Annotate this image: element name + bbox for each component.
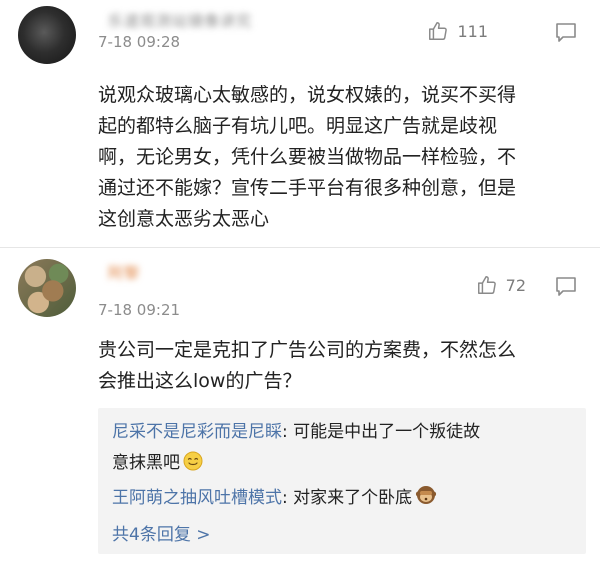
reply-text: 意抹黑吧 (112, 453, 180, 473)
comment-line: 会推出这么low的广告？ (98, 370, 302, 392)
comment-body: 说观众玻璃心太敏感的，说女权婊的，说买不买得 起的都特么脑子有坑儿吧。明显这广告… (98, 80, 578, 235)
thumbs-up-icon (477, 276, 496, 294)
comment-line: 说观众玻璃心太敏感的，说女权婊的，说买不买得 (98, 84, 517, 106)
comment-line: 起的都特么脑子有坑儿吧。明显这广告就是歧视 (98, 115, 498, 137)
timestamp: 7-18 09:28 (98, 33, 181, 51)
view-all-replies-link[interactable]: 共4条回复 > (112, 520, 210, 545)
reply-bubble-icon[interactable] (554, 20, 578, 44)
reply-text: : 对家来了个卧底 (282, 488, 413, 508)
smile-emoji-icon (183, 451, 203, 471)
timestamp: 7-18 09:21 (98, 301, 181, 319)
reply-author[interactable]: 尼采不是尼彩而是尼睬 (112, 422, 282, 442)
thumbs-up-icon (429, 22, 448, 40)
divider (0, 247, 600, 248)
reply-item-continued: 意抹黑吧 (112, 449, 203, 477)
comment-line: 通过还不能嫁？宣传二手平台有很多种创意，但是 (98, 177, 517, 199)
reply-thread: 尼采不是尼彩而是尼睬: 可能是中出了一个叛徒故 意抹黑吧 王阿萌之抽风吐槽模式:… (98, 408, 586, 554)
like-button[interactable]: 72 (476, 274, 526, 296)
reply-bubble-icon[interactable] (554, 274, 578, 298)
like-count: 72 (505, 275, 526, 295)
comment-line: 啊，无论男女，凭什么要被当做物品一样检验，不 (98, 146, 517, 168)
reply-author[interactable]: 王阿萌之抽风吐槽模式 (112, 488, 282, 508)
like-count: 111 (457, 21, 488, 41)
username[interactable]: 乐道观测站镜像讲究 (108, 10, 252, 31)
avatar[interactable] (18, 6, 76, 64)
username[interactable]: 阿黎 (108, 262, 140, 283)
reply-text: : 可能是中出了一个叛徒故 (282, 422, 481, 442)
comment-line: 这创意太恶劣太恶心 (98, 208, 270, 230)
comment-body: 贵公司一定是克扣了广告公司的方案费，不然怎么 会推出这么low的广告？ (98, 335, 578, 397)
reply-item[interactable]: 王阿萌之抽风吐槽模式: 对家来了个卧底 (112, 484, 437, 512)
avatar[interactable] (18, 259, 76, 317)
reply-item[interactable]: 尼采不是尼彩而是尼睬: 可能是中出了一个叛徒故 (112, 418, 480, 446)
comment-line: 贵公司一定是克扣了广告公司的方案费，不然怎么 (98, 339, 517, 361)
monkey-emoji-icon (416, 486, 437, 504)
like-button[interactable]: 111 (427, 20, 488, 42)
